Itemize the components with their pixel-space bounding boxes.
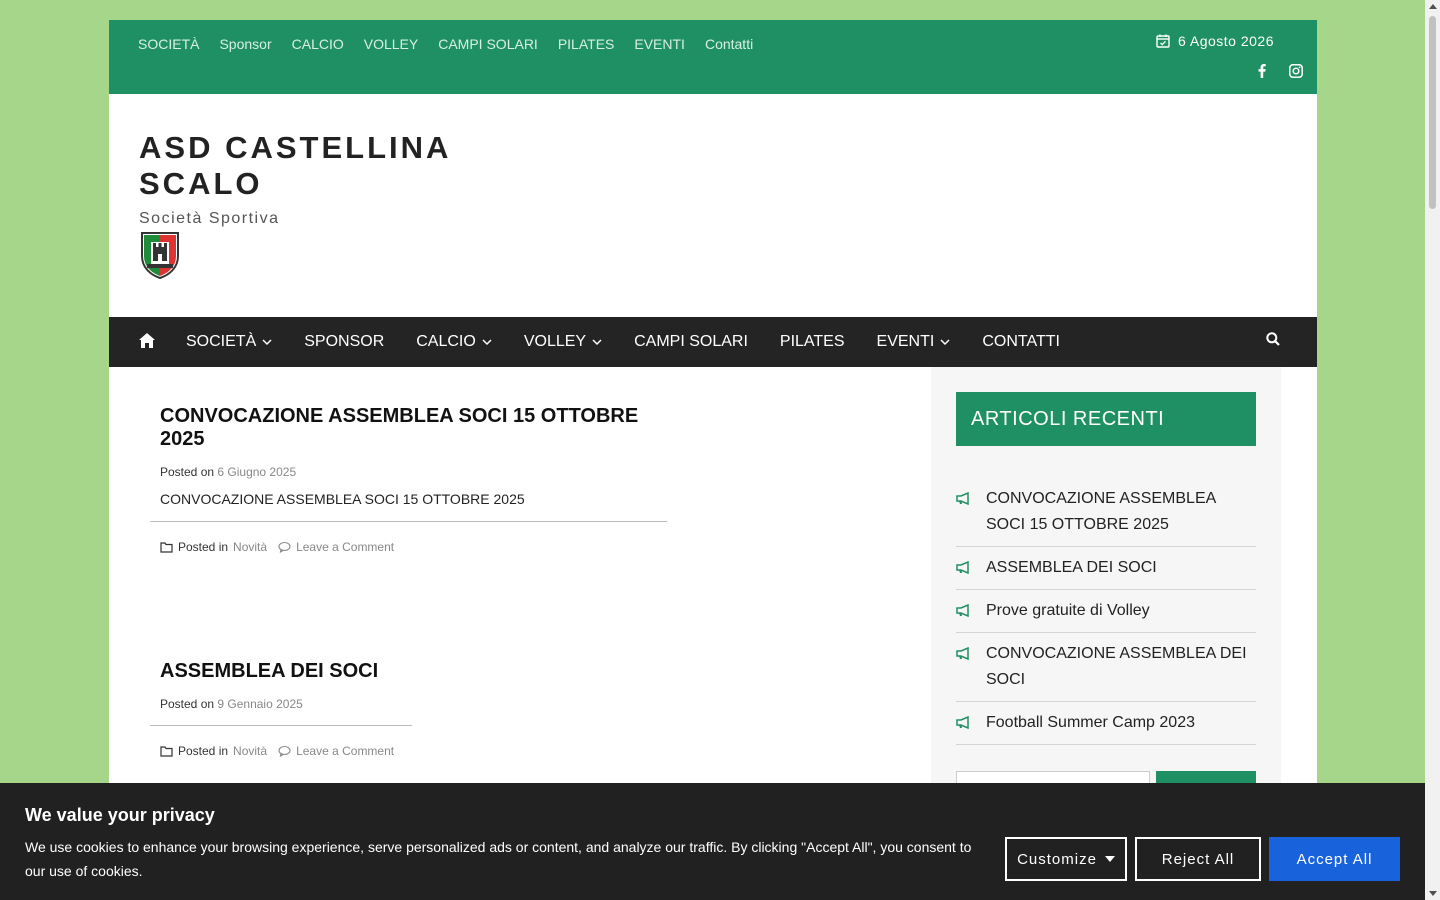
- customize-label: Customize: [1017, 850, 1097, 868]
- instagram-icon[interactable]: [1289, 64, 1303, 78]
- megaphone-icon: [956, 492, 969, 505]
- top-nav-contatti[interactable]: Contatti: [705, 36, 753, 52]
- site-tagline: Società Sportiva: [139, 210, 280, 227]
- post-meta: Posted on 6 Giugno 2025: [160, 465, 667, 479]
- leave-comment-link[interactable]: Leave a Comment: [296, 744, 394, 758]
- posted-on-label: Posted on: [160, 697, 215, 711]
- menu-item-label: PILATES: [779, 333, 845, 350]
- top-nav: SOCIETÀ Sponsor CALCIO VOLLEY CAMPI SOLA…: [138, 36, 753, 52]
- scroll-up-arrow[interactable]: [1429, 4, 1437, 9]
- top-nav-campi-solari[interactable]: CAMPI SOLARI: [438, 36, 538, 52]
- post-title[interactable]: CONVOCAZIONE ASSEMBLEA SOCI 15 OTTOBRE 2…: [160, 405, 667, 451]
- calendar-icon: [1156, 34, 1170, 48]
- leave-comment-link[interactable]: Leave a Comment: [296, 540, 394, 554]
- page-scrollbar[interactable]: [1425, 0, 1440, 900]
- top-bar: SOCIETÀ Sponsor CALCIO VOLLEY CAMPI SOLA…: [109, 20, 1317, 94]
- facebook-icon[interactable]: [1255, 64, 1269, 78]
- customize-button[interactable]: Customize: [1005, 837, 1127, 881]
- chevron-down-icon: [262, 339, 272, 346]
- search-icon[interactable]: [1266, 332, 1280, 346]
- main-nav: SOCIETÀ SPONSOR CALCIO VOLLEY CAMPI SOLA…: [109, 317, 1317, 367]
- menu-item-label: SPONSOR: [304, 333, 385, 350]
- menu-item-contatti[interactable]: CONTATTI: [982, 333, 1060, 351]
- megaphone-icon: [956, 716, 969, 729]
- folder-icon: [160, 542, 173, 553]
- category-link[interactable]: Novità: [233, 540, 267, 554]
- caret-down-icon: [1104, 856, 1115, 862]
- post-article: CONVOCAZIONE ASSEMBLEA SOCI 15 OTTOBRE 2…: [150, 405, 667, 554]
- post-divider: [150, 521, 667, 522]
- scroll-down-arrow[interactable]: [1429, 891, 1437, 896]
- menu-item-calcio[interactable]: CALCIO: [416, 333, 492, 351]
- recent-post-item[interactable]: Football Summer Camp 2023: [956, 702, 1256, 745]
- menu-item-label: CALCIO: [416, 333, 476, 350]
- comment-icon: [278, 541, 291, 553]
- menu-item-volley[interactable]: VOLLEY: [524, 333, 602, 351]
- post-date-link[interactable]: 9 Gennaio 2025: [217, 697, 302, 711]
- menu-item-label: CONTATTI: [982, 333, 1060, 350]
- home-icon[interactable]: [138, 332, 156, 350]
- menu-item-sponsor[interactable]: SPONSOR: [304, 333, 384, 351]
- recent-post-title: Prove gratuite di Volley: [986, 602, 1150, 619]
- recent-post-title: CONVOCAZIONE ASSEMBLEA DEI SOCI: [986, 645, 1247, 688]
- megaphone-icon: [956, 604, 969, 617]
- scroll-thumb[interactable]: [1429, 16, 1436, 209]
- megaphone-icon: [956, 647, 969, 660]
- date-display: 6 Agosto 2026: [1156, 33, 1274, 49]
- comment-icon: [278, 745, 291, 757]
- menu-item-societa[interactable]: SOCIETÀ: [186, 333, 272, 351]
- top-nav-volley[interactable]: VOLLEY: [364, 36, 418, 52]
- top-nav-eventi[interactable]: EVENTI: [634, 36, 685, 52]
- date-text: 6 Agosto 2026: [1177, 33, 1274, 49]
- social-links: [1255, 64, 1303, 78]
- recent-post-title: CONVOCAZIONE ASSEMBLEA SOCI 15 OTTOBRE 2…: [986, 490, 1216, 533]
- menu-item-label: EVENTI: [876, 333, 935, 350]
- menu-item-pilates[interactable]: PILATES: [780, 333, 845, 351]
- chevron-down-icon: [482, 339, 492, 346]
- chevron-down-icon: [940, 339, 950, 346]
- site-title[interactable]: ASD CASTELLINA SCALO: [139, 130, 479, 202]
- top-nav-calcio[interactable]: CALCIO: [292, 36, 344, 52]
- posted-in-label: Posted in: [178, 744, 229, 758]
- posted-in-label: Posted in: [178, 540, 229, 554]
- recent-post-title: Football Summer Camp 2023: [986, 714, 1195, 731]
- reject-all-button[interactable]: Reject All: [1135, 837, 1261, 881]
- category-link[interactable]: Novità: [233, 744, 267, 758]
- posted-on-label: Posted on: [160, 465, 215, 479]
- menu-item-label: CAMPI SOLARI: [634, 333, 748, 350]
- recent-post-item[interactable]: CONVOCAZIONE ASSEMBLEA DEI SOCI: [956, 633, 1256, 702]
- page-container: SOCIETÀ Sponsor CALCIO VOLLEY CAMPI SOLA…: [109, 20, 1317, 900]
- top-nav-sponsor[interactable]: Sponsor: [219, 36, 271, 52]
- recent-post-title: ASSEMBLEA DEI SOCI: [986, 559, 1157, 576]
- menu-item-label: SOCIETÀ: [186, 333, 257, 350]
- menu-item-label: VOLLEY: [523, 333, 587, 350]
- menu-item-eventi[interactable]: EVENTI: [877, 333, 951, 351]
- widget-title: ARTICOLI RECENTI: [956, 392, 1256, 446]
- cookie-text: We use cookies to enhance your browsing …: [25, 839, 972, 879]
- post-divider: [150, 725, 412, 726]
- recent-post-item[interactable]: Prove gratuite di Volley: [956, 590, 1256, 633]
- chevron-down-icon: [592, 339, 602, 346]
- main-menu: SOCIETÀ SPONSOR CALCIO VOLLEY CAMPI SOLA…: [186, 317, 1060, 367]
- menu-item-campi-solari[interactable]: CAMPI SOLARI: [634, 333, 748, 351]
- top-nav-societa[interactable]: SOCIETÀ: [138, 36, 199, 52]
- recent-post-item[interactable]: CONVOCAZIONE ASSEMBLEA SOCI 15 OTTOBRE 2…: [956, 478, 1256, 547]
- post-article: ASSEMBLEA DEI SOCI Posted on 9 Gennaio 2…: [150, 660, 412, 758]
- recent-posts-list: CONVOCAZIONE ASSEMBLEA SOCI 15 OTTOBRE 2…: [956, 478, 1256, 745]
- cookie-banner: We value your privacy We use cookies to …: [0, 783, 1425, 900]
- folder-icon: [160, 746, 173, 757]
- post-footer: Posted in Novità Leave a Comment: [160, 744, 412, 758]
- accept-all-button[interactable]: Accept All: [1269, 837, 1400, 881]
- post-title[interactable]: ASSEMBLEA DEI SOCI: [160, 660, 412, 683]
- recent-post-item[interactable]: ASSEMBLEA DEI SOCI: [956, 547, 1256, 590]
- club-logo[interactable]: [139, 230, 181, 280]
- post-footer: Posted in Novità Leave a Comment: [160, 540, 667, 554]
- cookie-title: We value your privacy: [25, 805, 215, 825]
- site-header: ASD CASTELLINA SCALO Società Sportiva: [109, 94, 1317, 317]
- post-meta: Posted on 9 Gennaio 2025: [160, 697, 412, 711]
- post-excerpt: CONVOCAZIONE ASSEMBLEA SOCI 15 OTTOBRE 2…: [160, 491, 525, 507]
- megaphone-icon: [956, 561, 969, 574]
- post-date-link[interactable]: 6 Giugno 2025: [217, 465, 296, 479]
- top-nav-pilates[interactable]: PILATES: [558, 36, 615, 52]
